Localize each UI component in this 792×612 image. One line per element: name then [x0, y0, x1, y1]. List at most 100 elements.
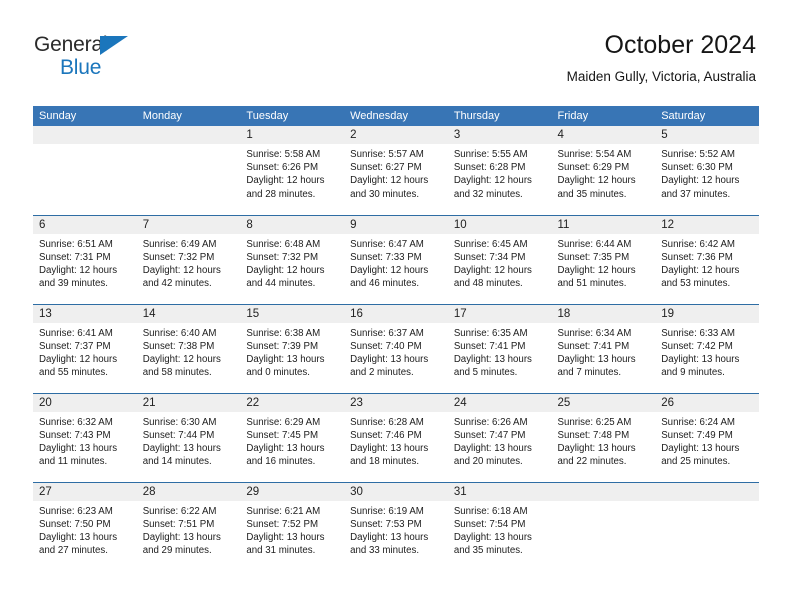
- calendar-week-row: 13 Sunrise: 6:41 AM Sunset: 7:37 PM Dayligh…: [33, 303, 759, 393]
- day-details: Sunrise: 6:40 AM Sunset: 7:38 PM Daylight:…: [137, 323, 241, 380]
- sunset-text: Sunset: 7:44 PM: [142, 429, 215, 441]
- day-number: 3: [447, 126, 552, 144]
- day-number: 1: [240, 126, 345, 144]
- day-number: 19: [655, 304, 759, 323]
- weekday-header-friday: Friday: [551, 106, 656, 126]
- weekday-header-saturday: Saturday: [655, 106, 759, 126]
- calendar-day-cell[interactable]: 30 Sunrise: 6:19 AM Sunset: 7:53 PM Dayligh…: [344, 481, 448, 571]
- calendar-day-cell[interactable]: 26 Sunrise: 6:24 AM Sunset: 7:49 PM Dayligh…: [655, 392, 759, 482]
- calendar-day-cell[interactable]: 7 Sunrise: 6:49 AM Sunset: 7:32 PM Daylight…: [136, 214, 241, 304]
- calendar-day-cell[interactable]: 10 Sunrise: 6:45 AM Sunset: 7:34 PM Dayligh…: [447, 214, 552, 304]
- daylight-text-line2: and 27 minutes.: [39, 545, 108, 557]
- calendar-day-cell[interactable]: 18 Sunrise: 6:34 AM Sunset: 7:41 PM Dayligh…: [551, 303, 656, 393]
- calendar-day-cell[interactable]: 11 Sunrise: 6:44 AM Sunset: 7:35 PM Dayligh…: [551, 214, 656, 304]
- calendar-day-cell[interactable]: 20 Sunrise: 6:32 AM Sunset: 7:43 PM Dayligh…: [33, 392, 137, 482]
- calendar-day-cell[interactable]: 27 Sunrise: 6:23 AM Sunset: 7:50 PM Dayligh…: [33, 481, 137, 571]
- sunset-text: Sunset: 6:26 PM: [246, 162, 319, 174]
- calendar-day-cell[interactable]: 19 Sunrise: 6:33 AM Sunset: 7:42 PM Dayligh…: [655, 303, 759, 393]
- weekday-header-tuesday: Tuesday: [240, 106, 345, 126]
- daylight-text-line2: and 53 minutes.: [661, 278, 731, 290]
- calendar-day-cell[interactable]: 25 Sunrise: 6:25 AM Sunset: 7:48 PM Dayligh…: [551, 392, 656, 482]
- sunrise-text: Sunrise: 6:41 AM: [39, 327, 113, 339]
- daylight-text-line2: and 0 minutes.: [246, 367, 310, 379]
- calendar-day-cell[interactable]: 31 Sunrise: 6:18 AM Sunset: 7:54 PM Dayligh…: [447, 481, 552, 571]
- daylight-text-line1: Daylight: 13 hours: [142, 442, 221, 454]
- page-header: General Blue October 2024 Maiden Gully, …: [0, 0, 792, 84]
- day-details: Sunrise: 6:18 AM Sunset: 7:54 PM Daylight:…: [448, 501, 552, 558]
- sunset-text: Sunset: 7:52 PM: [246, 518, 319, 530]
- calendar-day-cell[interactable]: 6 Sunrise: 6:51 AM Sunset: 7:31 PM Daylight…: [33, 214, 137, 304]
- sunrise-text: Sunrise: 6:24 AM: [661, 416, 735, 428]
- calendar-day-cell[interactable]: 12 Sunrise: 6:42 AM Sunset: 7:36 PM Dayligh…: [655, 214, 759, 304]
- calendar-day-cell[interactable]: 4 Sunrise: 5:54 AM Sunset: 6:29 PM Daylight…: [551, 126, 656, 215]
- daylight-text-line2: and 33 minutes.: [350, 545, 420, 557]
- sunrise-text: Sunrise: 6:25 AM: [557, 416, 632, 428]
- sunset-text: Sunset: 7:42 PM: [661, 340, 733, 352]
- day-number: 9: [344, 215, 448, 234]
- daylight-text-line2: and 2 minutes.: [350, 367, 414, 379]
- daylight-text-line2: and 58 minutes.: [142, 367, 212, 379]
- calendar-day-cell[interactable]: 2 Sunrise: 5:57 AM Sunset: 6:27 PM Daylight…: [344, 126, 448, 215]
- daylight-text-line2: and 7 minutes.: [557, 367, 622, 379]
- daylight-text-line2: and 29 minutes.: [142, 545, 212, 557]
- calendar-day-cell[interactable]: 13 Sunrise: 6:41 AM Sunset: 7:37 PM Dayligh…: [33, 303, 137, 393]
- daylight-text-line1: Daylight: 13 hours: [246, 353, 325, 365]
- sunset-text: Sunset: 7:45 PM: [246, 429, 319, 441]
- day-details: Sunrise: 5:58 AM Sunset: 6:26 PM Daylight:…: [240, 144, 344, 201]
- calendar-day-cell[interactable]: 9 Sunrise: 6:47 AM Sunset: 7:33 PM Daylight…: [344, 214, 448, 304]
- calendar-day-cell[interactable]: 8 Sunrise: 6:48 AM Sunset: 7:32 PM Daylight…: [240, 214, 345, 304]
- calendar-day-cell[interactable]: 15 Sunrise: 6:38 AM Sunset: 7:39 PM Dayligh…: [240, 303, 345, 393]
- calendar-day-cell[interactable]: 24 Sunrise: 6:26 AM Sunset: 7:47 PM Dayligh…: [447, 392, 552, 482]
- logo-general-label: General: [34, 33, 108, 56]
- calendar-day-cell[interactable]: 5 Sunrise: 5:52 AM Sunset: 6:30 PM Daylight…: [655, 126, 759, 215]
- daylight-text-line1: Daylight: 13 hours: [350, 442, 429, 454]
- calendar-day-cell[interactable]: 1 Sunrise: 5:58 AM Sunset: 6:26 PM Daylight…: [240, 126, 345, 215]
- sunrise-text: Sunrise: 6:19 AM: [350, 505, 424, 517]
- sunrise-text: Sunrise: 5:57 AM: [350, 149, 424, 160]
- calendar-day-cell-empty: [655, 481, 759, 571]
- day-details: Sunrise: 6:34 AM Sunset: 7:41 PM Daylight:…: [552, 323, 656, 380]
- calendar-week-row: 6 Sunrise: 6:51 AM Sunset: 7:31 PM Daylight…: [33, 214, 759, 304]
- day-number: 22: [240, 393, 345, 412]
- day-details: Sunrise: 5:52 AM Sunset: 6:30 PM Daylight:…: [655, 144, 759, 201]
- calendar-day-cell[interactable]: 21 Sunrise: 6:30 AM Sunset: 7:44 PM Dayligh…: [136, 392, 241, 482]
- day-number: 21: [136, 393, 241, 412]
- daylight-text-line2: and 35 minutes.: [453, 545, 523, 557]
- daylight-text-line2: and 48 minutes.: [453, 278, 523, 290]
- calendar-day-cell[interactable]: 28 Sunrise: 6:22 AM Sunset: 7:51 PM Dayligh…: [136, 481, 241, 571]
- sunrise-text: Sunrise: 6:49 AM: [142, 238, 217, 250]
- daylight-text-line2: and 28 minutes.: [246, 188, 316, 200]
- day-details: Sunrise: 6:47 AM Sunset: 7:33 PM Daylight:…: [344, 234, 448, 291]
- sunrise-text: Sunrise: 6:18 AM: [453, 505, 528, 517]
- day-details: Sunrise: 6:19 AM Sunset: 7:53 PM Daylight:…: [344, 501, 448, 558]
- calendar-day-cell[interactable]: 23 Sunrise: 6:28 AM Sunset: 7:46 PM Dayligh…: [344, 392, 448, 482]
- page-title: October 2024: [604, 31, 757, 59]
- weekday-header-wednesday: Wednesday: [344, 106, 448, 126]
- daylight-text-line2: and 39 minutes.: [39, 278, 108, 290]
- sunset-text: Sunset: 6:30 PM: [661, 162, 733, 174]
- daylight-text-line1: Daylight: 13 hours: [39, 531, 118, 543]
- day-number: 8: [240, 215, 345, 234]
- daylight-text-line2: and 5 minutes.: [453, 367, 518, 379]
- calendar-week-row: 1 Sunrise: 5:58 AM Sunset: 6:26 PM Daylight…: [33, 126, 759, 215]
- day-details: Sunrise: 6:29 AM Sunset: 7:45 PM Daylight:…: [240, 412, 344, 469]
- day-number: 10: [447, 215, 552, 234]
- daylight-text-line2: and 14 minutes.: [142, 456, 212, 468]
- daylight-text-line1: Daylight: 13 hours: [557, 353, 636, 365]
- logo-blue-label: Blue: [60, 56, 102, 79]
- calendar-day-cell[interactable]: 29 Sunrise: 6:21 AM Sunset: 7:52 PM Dayligh…: [240, 481, 345, 571]
- calendar-day-cell[interactable]: 17 Sunrise: 6:35 AM Sunset: 7:41 PM Dayligh…: [447, 303, 552, 393]
- calendar-header-row: Sunday Monday Tuesday Wednesday Thursday Frid…: [33, 106, 759, 126]
- day-details: Sunrise: 6:32 AM Sunset: 7:43 PM Daylight:…: [33, 412, 137, 469]
- calendar-day-cell[interactable]: 16 Sunrise: 6:37 AM Sunset: 7:40 PM Dayligh…: [344, 303, 448, 393]
- calendar-day-cell[interactable]: 22 Sunrise: 6:29 AM Sunset: 7:45 PM Dayligh…: [240, 392, 345, 482]
- day-details: Sunrise: 6:25 AM Sunset: 7:48 PM Daylight:…: [552, 412, 656, 469]
- day-details: Sunrise: 6:33 AM Sunset: 7:42 PM Daylight:…: [655, 323, 759, 380]
- day-details: Sunrise: 6:30 AM Sunset: 7:44 PM Daylight:…: [137, 412, 241, 469]
- calendar-day-cell[interactable]: 14 Sunrise: 6:40 AM Sunset: 7:38 PM Dayligh…: [136, 303, 241, 393]
- day-details: Sunrise: 6:51 AM Sunset: 7:31 PM Daylight:…: [33, 234, 137, 291]
- calendar-day-cell[interactable]: 3 Sunrise: 5:55 AM Sunset: 6:28 PM Daylight…: [447, 126, 552, 215]
- daylight-text-line1: Daylight: 13 hours: [39, 442, 118, 454]
- sunrise-text: Sunrise: 6:45 AM: [453, 238, 528, 250]
- calendar-page: General Blue October 2024 Maiden Gully, …: [0, 0, 792, 612]
